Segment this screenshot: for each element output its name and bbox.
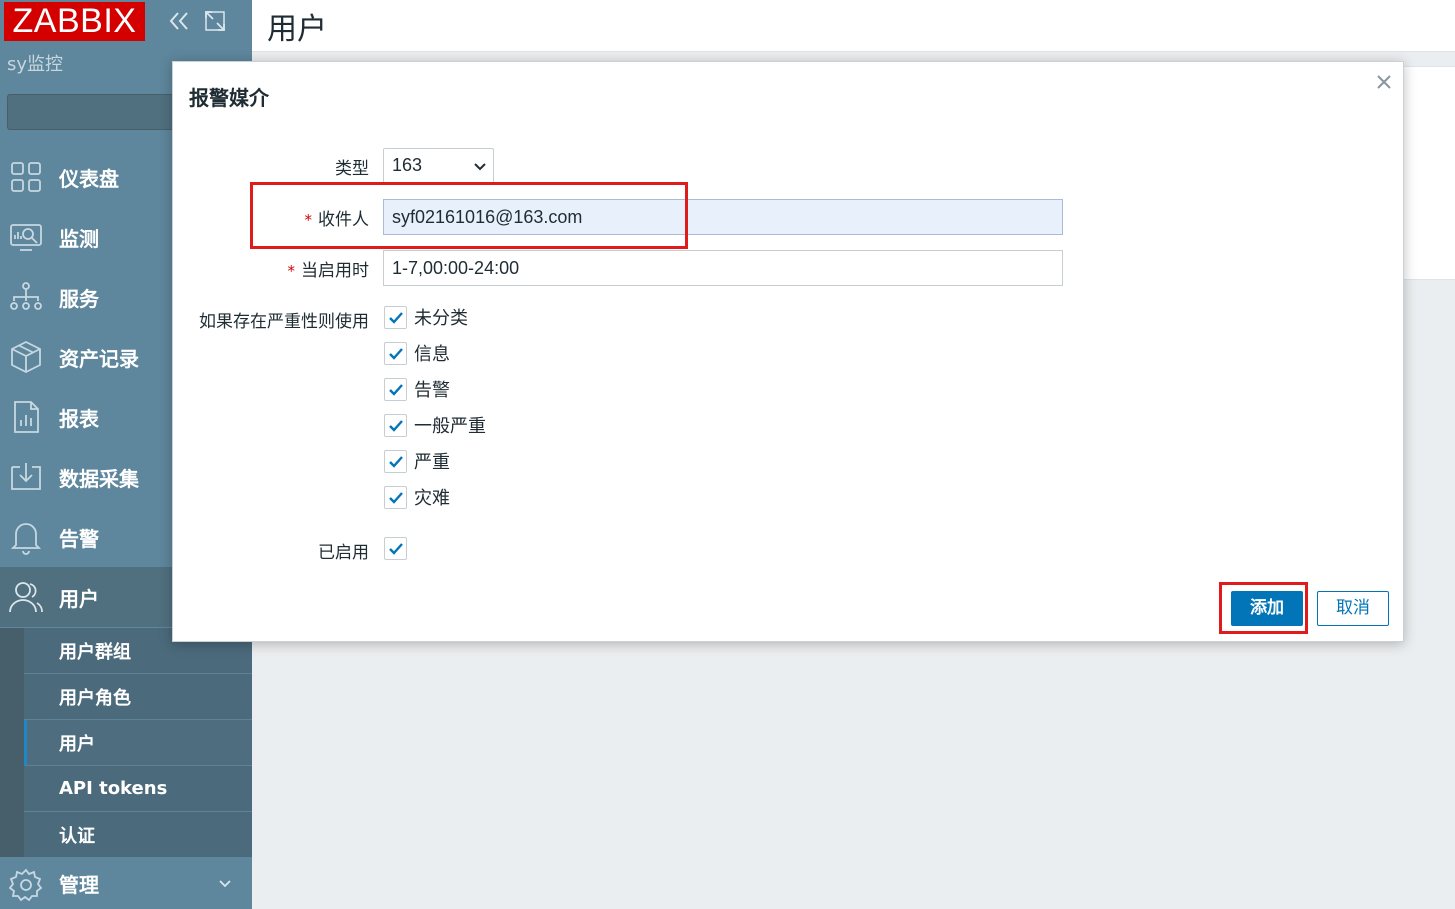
when-active-label-text: 当启用时	[301, 261, 369, 281]
dashboard-icon	[11, 162, 41, 192]
page-header: 用户	[252, 0, 1455, 52]
severity-checkbox[interactable]	[384, 485, 407, 509]
chevron-down-icon	[219, 880, 231, 888]
media-dialog: 报警媒介 类型 163 * 收件人 syf02161016@163.com * 当启…	[172, 61, 1404, 642]
nav-label: 告警	[59, 526, 99, 551]
highlight-box-add-button	[1219, 582, 1308, 634]
nav-label: 仪表盘	[59, 166, 119, 191]
severity-average[interactable]: 一般严重	[384, 413, 486, 437]
dialog-title: 报警媒介	[189, 86, 269, 110]
type-label: 类型	[335, 159, 369, 179]
required-mark: *	[287, 262, 296, 280]
type-select[interactable]: 163	[383, 148, 494, 184]
submenu-item-users[interactable]: 用户	[24, 720, 252, 766]
nav-label: 管理	[59, 872, 99, 897]
nav-label: 数据采集	[59, 466, 139, 491]
monitoring-icon	[10, 224, 42, 251]
severity-label-text: 未分类	[414, 308, 468, 329]
enabled-row[interactable]	[384, 536, 407, 560]
kiosk-mode-icon[interactable]	[203, 9, 227, 33]
reports-icon	[14, 401, 39, 433]
submenu-item-authentication[interactable]: 认证	[24, 812, 252, 858]
submenu-rail	[0, 628, 24, 857]
nav-label: 用户	[59, 586, 99, 611]
severity-label-text: 告警	[414, 380, 450, 401]
zabbix-logo[interactable]: ZABBIX	[4, 2, 145, 41]
submenu-label: 用户角色	[59, 687, 131, 709]
severity-label-text: 信息	[414, 344, 450, 365]
severity-checkbox[interactable]	[384, 413, 407, 437]
page-title: 用户	[267, 12, 327, 47]
nav-label: 服务	[59, 286, 99, 311]
severity-checkbox[interactable]	[384, 377, 407, 401]
severity-warning[interactable]: 告警	[384, 377, 450, 401]
severity-checkbox[interactable]	[384, 449, 407, 473]
nav-item-administration[interactable]: 管理	[0, 857, 252, 909]
data-collection-icon	[11, 463, 41, 490]
severity-information[interactable]: 信息	[384, 341, 450, 365]
severity-label-text: 严重	[414, 452, 450, 473]
cancel-button[interactable]: 取消	[1317, 591, 1389, 626]
users-submenu: 用户群组 用户角色 用户 API tokens 认证	[0, 628, 252, 857]
severity-label: 如果存在严重性则使用	[199, 312, 369, 332]
severity-label-text: 灾难	[414, 488, 450, 509]
when-active-input[interactable]: 1-7,00:00-24:00	[383, 250, 1063, 286]
severity-checkbox[interactable]	[384, 341, 407, 365]
inventory-icon	[11, 340, 41, 374]
severity-label-text: 一般严重	[414, 416, 486, 437]
submenu-label: API tokens	[59, 778, 168, 799]
when-active-label: * 当启用时	[279, 256, 370, 281]
submenu-item-user-roles[interactable]: 用户角色	[24, 674, 252, 720]
submenu-label: 用户	[59, 733, 95, 755]
users-icon	[9, 582, 43, 613]
alerts-icon	[10, 523, 42, 555]
enabled-label: 已启用	[318, 543, 369, 563]
severity-not-classified[interactable]: 未分类	[384, 305, 468, 329]
submenu-label: 用户群组	[59, 641, 131, 663]
enabled-checkbox[interactable]	[384, 536, 407, 560]
type-select-value: 163	[392, 155, 423, 175]
gear-icon	[8, 868, 43, 902]
chevron-down-icon	[474, 163, 486, 171]
severity-checkbox[interactable]	[384, 305, 407, 329]
nav-label: 资产记录	[59, 346, 139, 371]
highlight-box-recipient	[250, 182, 688, 249]
collapse-sidebar-icon[interactable]	[166, 8, 192, 34]
nav-label: 报表	[59, 406, 99, 431]
submenu-item-api-tokens[interactable]: API tokens	[24, 766, 252, 812]
server-name: sy监控	[7, 54, 64, 75]
submenu-label: 认证	[59, 826, 95, 847]
severity-high[interactable]: 严重	[384, 449, 450, 473]
services-icon	[10, 282, 42, 310]
close-icon[interactable]	[1374, 72, 1394, 92]
nav-label: 监测	[59, 226, 99, 251]
severity-disaster[interactable]: 灾难	[384, 485, 450, 509]
